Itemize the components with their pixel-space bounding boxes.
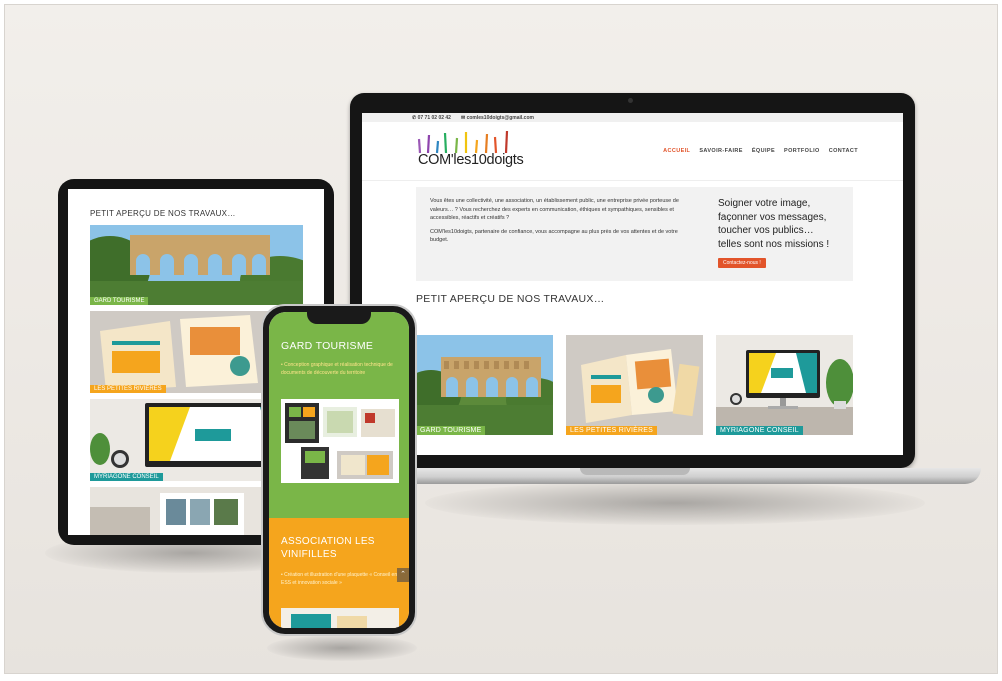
phone-section-gard-tourisme: GARD TOURISME • Conception graphique et … bbox=[269, 312, 409, 518]
work-label: GARD TOURISME bbox=[416, 426, 486, 435]
documents-image bbox=[281, 399, 399, 483]
tablet-work-label: GARD TOURISME bbox=[90, 297, 149, 305]
email-address: comles10doigts@gmail.com bbox=[466, 114, 534, 121]
work-label: MYRIAGONE CONSEIL bbox=[716, 426, 803, 435]
phone-icon: ✆ bbox=[412, 114, 417, 121]
phone-section-title: ASSOCIATION LES VINIFILLES bbox=[281, 536, 375, 560]
tablet-work-label: LES PETITES RIVIÈRES bbox=[90, 385, 166, 393]
phone: GARD TOURISME • Conception graphique et … bbox=[261, 304, 417, 636]
tagline: Soigner votre image, façonner vos messag… bbox=[718, 198, 830, 250]
mockup-scene: ✆ 07 71 02 02 42 ✉ comles10doigts@gmail.… bbox=[4, 4, 998, 674]
laptop-notch bbox=[580, 468, 690, 475]
phone-work-card[interactable] bbox=[281, 399, 399, 483]
tablet-works-title: PETIT APERÇU DE NOS TRAVAUX… bbox=[90, 209, 236, 218]
aqueduct-image bbox=[416, 335, 553, 435]
tablet-work-label: MYRIAGONE CONSEIL bbox=[90, 473, 163, 481]
site-header: COM'les10doigts ACCUEIL SAVOIR-FAIRE ÉQU… bbox=[362, 122, 903, 181]
email-contact[interactable]: ✉ comles10doigts@gmail.com bbox=[461, 115, 534, 121]
intro-box: Vous êtes une collectivité, une associat… bbox=[416, 187, 853, 281]
intro-text: Vous êtes une collectivité, une associat… bbox=[430, 197, 688, 281]
nav-savoir-faire[interactable]: SAVOIR-FAIRE bbox=[699, 148, 743, 154]
work-card-les-petites-rivieres[interactable]: LES PETITES RIVIÈRES bbox=[566, 335, 703, 435]
laptop-shadow bbox=[425, 481, 925, 525]
chevron-up-icon[interactable]: ⌃ bbox=[397, 568, 409, 582]
phone-contact[interactable]: ✆ 07 71 02 02 42 bbox=[412, 115, 451, 121]
phone-section-title: GARD TOURISME bbox=[281, 340, 374, 352]
nav-contact[interactable]: CONTACT bbox=[829, 148, 858, 154]
work-card-myriagone-conseil[interactable]: MYRIAGONE CONSEIL bbox=[716, 335, 853, 435]
intro-paragraph: Vous êtes une collectivité, une associat… bbox=[430, 198, 679, 222]
nav-portfolio[interactable]: PORTFOLIO bbox=[784, 148, 820, 154]
phone-shadow bbox=[267, 635, 417, 661]
laptop-screen: ✆ 07 71 02 02 42 ✉ comles10doigts@gmail.… bbox=[362, 113, 903, 455]
brochure-image bbox=[281, 608, 399, 628]
phone-screen: GARD TOURISME • Conception graphique et … bbox=[269, 312, 409, 628]
main-nav: ACCUEIL SAVOIR-FAIRE ÉQUIPE PORTFOLIO CO… bbox=[663, 148, 858, 154]
logo[interactable]: COM'les10doigts bbox=[416, 129, 536, 173]
tablet-work-gard-tourisme[interactable]: GARD TOURISME bbox=[90, 225, 303, 305]
phone-section-description: • Création et illustration d'une plaquet… bbox=[281, 572, 398, 586]
work-label: LES PETITES RIVIÈRES bbox=[566, 426, 657, 435]
logo-text: COM'les10doigts bbox=[418, 152, 524, 168]
phone-section-description: • Conception graphique et réalisation te… bbox=[281, 362, 393, 376]
contact-button[interactable]: Contactez-nous ! bbox=[718, 258, 766, 268]
phone-number: 07 71 02 02 42 bbox=[417, 114, 451, 121]
tagline-block: Soigner votre image, façonner vos messag… bbox=[688, 197, 843, 281]
monitor-image bbox=[716, 335, 853, 435]
aqueduct-image bbox=[90, 225, 303, 305]
nav-equipe[interactable]: ÉQUIPE bbox=[752, 148, 775, 154]
nav-accueil[interactable]: ACCUEIL bbox=[663, 148, 690, 154]
work-card-gard-tourisme[interactable]: GARD TOURISME bbox=[416, 335, 553, 435]
laptop: ✆ 07 71 02 02 42 ✉ comles10doigts@gmail.… bbox=[350, 93, 915, 468]
camera-icon bbox=[628, 98, 633, 103]
mail-icon: ✉ bbox=[460, 114, 466, 121]
phone-notch bbox=[307, 312, 371, 324]
brochure-image bbox=[566, 335, 703, 435]
contact-topbar: ✆ 07 71 02 02 42 ✉ comles10doigts@gmail.… bbox=[362, 113, 903, 122]
phone-work-card[interactable] bbox=[281, 608, 399, 628]
works-title: PETIT APERÇU DE NOS TRAVAUX… bbox=[416, 293, 605, 305]
works-grid: GARD TOURISME LES PETITES RIVIÈRES MYRIA… bbox=[416, 335, 856, 435]
intro-paragraph: COM'les10doigts, partenaire de confiance… bbox=[430, 228, 678, 244]
